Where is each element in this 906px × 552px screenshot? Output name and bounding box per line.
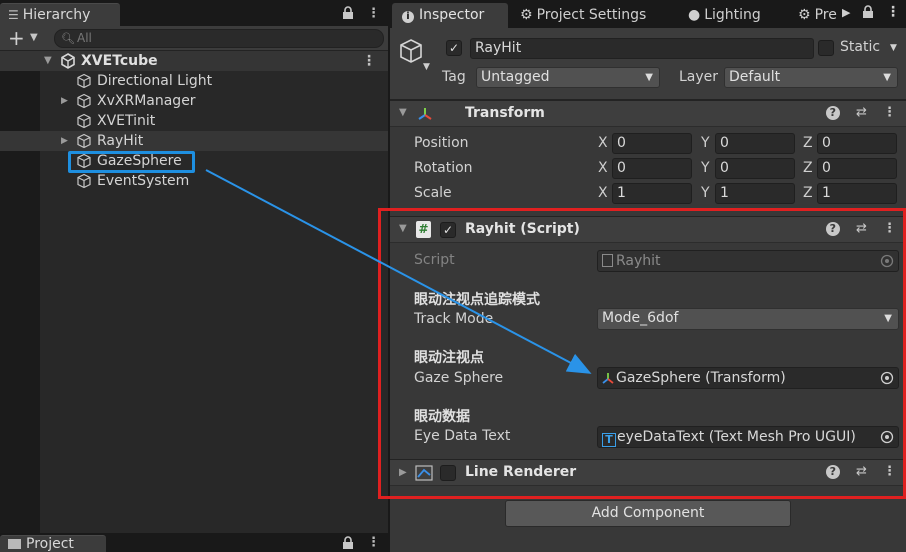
annotation-arrow <box>205 169 592 374</box>
